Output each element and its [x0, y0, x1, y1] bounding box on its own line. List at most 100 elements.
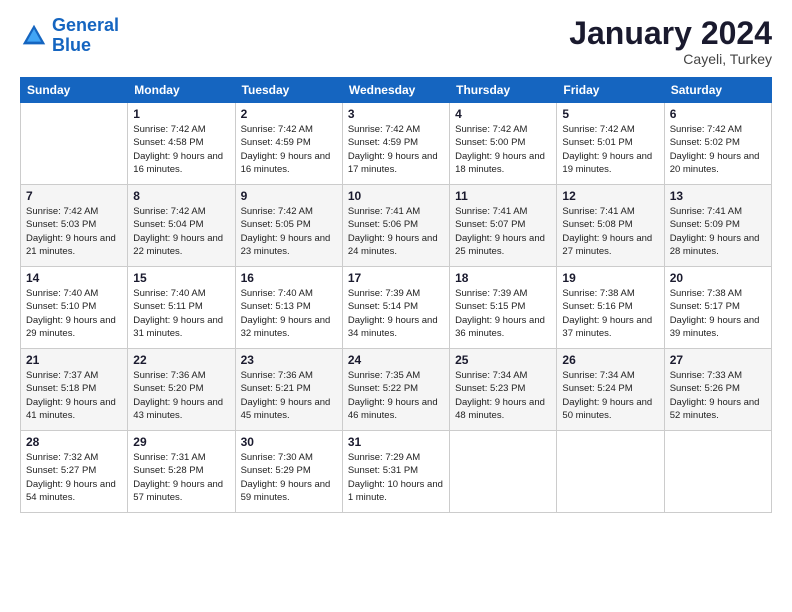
calendar-cell: 9Sunrise: 7:42 AMSunset: 5:05 PMDaylight… — [235, 185, 342, 267]
calendar-cell: 20 Sunrise: 7:38 AMSunset: 5:17 PMDayligh… — [664, 267, 771, 349]
day-number: 23 — [241, 353, 337, 367]
day-info: Sunrise: 7:42 AMSunset: 4:59 PMDaylight:… — [241, 123, 337, 176]
day-info: Sunrise: 7:30 AMSunset: 5:29 PMDaylight:… — [241, 451, 337, 504]
calendar-week-row: 7 Sunrise: 7:42 AMSunset: 5:03 PMDaylight… — [21, 185, 772, 267]
logo-line1: General — [52, 15, 119, 35]
day-info: Sunrise: 7:42 AMSunset: 5:00 PMDaylight:… — [455, 123, 551, 176]
calendar-cell: 31 Sunrise: 7:29 AMSunset: 5:31 PMDayligh… — [342, 431, 449, 513]
day-info: Sunrise: 7:40 AMSunset: 5:10 PMDaylight:… — [26, 287, 122, 340]
calendar-week-row: 14 Sunrise: 7:40 AMSunset: 5:10 PMDayligh… — [21, 267, 772, 349]
calendar-week-row: 21 Sunrise: 7:37 AMSunset: 5:18 PMDayligh… — [21, 349, 772, 431]
calendar-cell: 17 Sunrise: 7:39 AMSunset: 5:14 PMDayligh… — [342, 267, 449, 349]
day-info: Sunrise: 7:35 AMSunset: 5:22 PMDaylight:… — [348, 369, 444, 422]
day-info: Sunrise: 7:42 AMSunset: 5:01 PMDaylight:… — [562, 123, 658, 176]
calendar-cell: 13 Sunrise: 7:41 AMSunset: 5:09 PMDayligh… — [664, 185, 771, 267]
calendar-cell: 15Sunrise: 7:40 AMSunset: 5:11 PMDayligh… — [128, 267, 235, 349]
day-number: 29 — [133, 435, 229, 449]
calendar-cell — [664, 431, 771, 513]
day-info: Sunrise: 7:42 AMSunset: 5:03 PMDaylight:… — [26, 205, 122, 258]
day-number: 17 — [348, 271, 444, 285]
calendar-cell: 10Sunrise: 7:41 AMSunset: 5:06 PMDayligh… — [342, 185, 449, 267]
day-info: Sunrise: 7:42 AMSunset: 4:58 PMDaylight:… — [133, 123, 229, 176]
day-number: 24 — [348, 353, 444, 367]
calendar-cell: 22 Sunrise: 7:36 AMSunset: 5:20 PMDayligh… — [128, 349, 235, 431]
day-info: Sunrise: 7:33 AMSunset: 5:26 PMDaylight:… — [670, 369, 766, 422]
day-info: Sunrise: 7:41 AMSunset: 5:07 PMDaylight:… — [455, 205, 551, 258]
day-number: 9 — [241, 189, 337, 203]
day-number: 26 — [562, 353, 658, 367]
day-number: 2 — [241, 107, 337, 121]
day-number: 27 — [670, 353, 766, 367]
logo-line2: Blue — [52, 35, 91, 55]
calendar-cell: 28 Sunrise: 7:32 AMSunset: 5:27 PMDayligh… — [21, 431, 128, 513]
day-number: 11 — [455, 189, 551, 203]
day-info: Sunrise: 7:40 AMSunset: 5:13 PMDaylight:… — [241, 287, 337, 340]
calendar-cell: 14 Sunrise: 7:40 AMSunset: 5:10 PMDayligh… — [21, 267, 128, 349]
calendar-cell — [557, 431, 664, 513]
page-container: General Blue January 2024 Cayeli, Turkey… — [0, 0, 792, 523]
day-number: 19 — [562, 271, 658, 285]
day-number: 4 — [455, 107, 551, 121]
col-monday: Monday — [128, 78, 235, 103]
day-info: Sunrise: 7:38 AMSunset: 5:17 PMDaylight:… — [670, 287, 766, 340]
day-info: Sunrise: 7:34 AMSunset: 5:23 PMDaylight:… — [455, 369, 551, 422]
day-info: Sunrise: 7:34 AMSunset: 5:24 PMDaylight:… — [562, 369, 658, 422]
day-info: Sunrise: 7:37 AMSunset: 5:18 PMDaylight:… — [26, 369, 122, 422]
day-number: 15 — [133, 271, 229, 285]
calendar-cell — [21, 103, 128, 185]
col-tuesday: Tuesday — [235, 78, 342, 103]
calendar-cell: 4 Sunrise: 7:42 AMSunset: 5:00 PMDaylight… — [450, 103, 557, 185]
calendar-cell: 27 Sunrise: 7:33 AMSunset: 5:26 PMDayligh… — [664, 349, 771, 431]
calendar-table: Sunday Monday Tuesday Wednesday Thursday… — [20, 77, 772, 513]
day-info: Sunrise: 7:41 AMSunset: 5:08 PMDaylight:… — [562, 205, 658, 258]
page-header: General Blue January 2024 Cayeli, Turkey — [20, 16, 772, 67]
calendar-cell: 12Sunrise: 7:41 AMSunset: 5:08 PMDayligh… — [557, 185, 664, 267]
day-info: Sunrise: 7:41 AMSunset: 5:06 PMDaylight:… — [348, 205, 444, 258]
calendar-cell: 23 Sunrise: 7:36 AMSunset: 5:21 PMDayligh… — [235, 349, 342, 431]
calendar-cell — [450, 431, 557, 513]
day-number: 6 — [670, 107, 766, 121]
calendar-cell: 8 Sunrise: 7:42 AMSunset: 5:04 PMDaylight… — [128, 185, 235, 267]
day-info: Sunrise: 7:41 AMSunset: 5:09 PMDaylight:… — [670, 205, 766, 258]
logo-icon — [20, 22, 48, 50]
calendar-cell: 11 Sunrise: 7:41 AMSunset: 5:07 PMDayligh… — [450, 185, 557, 267]
day-number: 16 — [241, 271, 337, 285]
col-saturday: Saturday — [664, 78, 771, 103]
day-info: Sunrise: 7:36 AMSunset: 5:20 PMDaylight:… — [133, 369, 229, 422]
calendar-cell: 24 Sunrise: 7:35 AMSunset: 5:22 PMDayligh… — [342, 349, 449, 431]
calendar-week-row: 28 Sunrise: 7:32 AMSunset: 5:27 PMDayligh… — [21, 431, 772, 513]
calendar-cell: 26 Sunrise: 7:34 AMSunset: 5:24 PMDayligh… — [557, 349, 664, 431]
calendar-cell: 2 Sunrise: 7:42 AMSunset: 4:59 PMDaylight… — [235, 103, 342, 185]
day-number: 25 — [455, 353, 551, 367]
day-number: 18 — [455, 271, 551, 285]
day-info: Sunrise: 7:38 AMSunset: 5:16 PMDaylight:… — [562, 287, 658, 340]
day-number: 28 — [26, 435, 122, 449]
month-title: January 2024 — [569, 16, 772, 51]
calendar-cell: 16 Sunrise: 7:40 AMSunset: 5:13 PMDayligh… — [235, 267, 342, 349]
day-info: Sunrise: 7:39 AMSunset: 5:14 PMDaylight:… — [348, 287, 444, 340]
day-number: 22 — [133, 353, 229, 367]
day-number: 31 — [348, 435, 444, 449]
title-area: January 2024 Cayeli, Turkey — [569, 16, 772, 67]
day-number: 21 — [26, 353, 122, 367]
day-number: 13 — [670, 189, 766, 203]
day-info: Sunrise: 7:42 AMSunset: 5:04 PMDaylight:… — [133, 205, 229, 258]
calendar-cell: 18 Sunrise: 7:39 AMSunset: 5:15 PMDayligh… — [450, 267, 557, 349]
day-number: 20 — [670, 271, 766, 285]
calendar-header-row: Sunday Monday Tuesday Wednesday Thursday… — [21, 78, 772, 103]
col-wednesday: Wednesday — [342, 78, 449, 103]
day-info: Sunrise: 7:32 AMSunset: 5:27 PMDaylight:… — [26, 451, 122, 504]
logo: General Blue — [20, 16, 119, 56]
day-number: 14 — [26, 271, 122, 285]
calendar-cell: 6Sunrise: 7:42 AMSunset: 5:02 PMDaylight… — [664, 103, 771, 185]
location-subtitle: Cayeli, Turkey — [569, 51, 772, 67]
calendar-cell: 19 Sunrise: 7:38 AMSunset: 5:16 PMDayligh… — [557, 267, 664, 349]
day-info: Sunrise: 7:29 AMSunset: 5:31 PMDaylight:… — [348, 451, 444, 504]
calendar-cell: 5Sunrise: 7:42 AMSunset: 5:01 PMDaylight… — [557, 103, 664, 185]
calendar-body: 1 Sunrise: 7:42 AMSunset: 4:58 PMDaylight… — [21, 103, 772, 513]
day-number: 1 — [133, 107, 229, 121]
day-info: Sunrise: 7:39 AMSunset: 5:15 PMDaylight:… — [455, 287, 551, 340]
day-info: Sunrise: 7:36 AMSunset: 5:21 PMDaylight:… — [241, 369, 337, 422]
day-number: 7 — [26, 189, 122, 203]
day-number: 8 — [133, 189, 229, 203]
